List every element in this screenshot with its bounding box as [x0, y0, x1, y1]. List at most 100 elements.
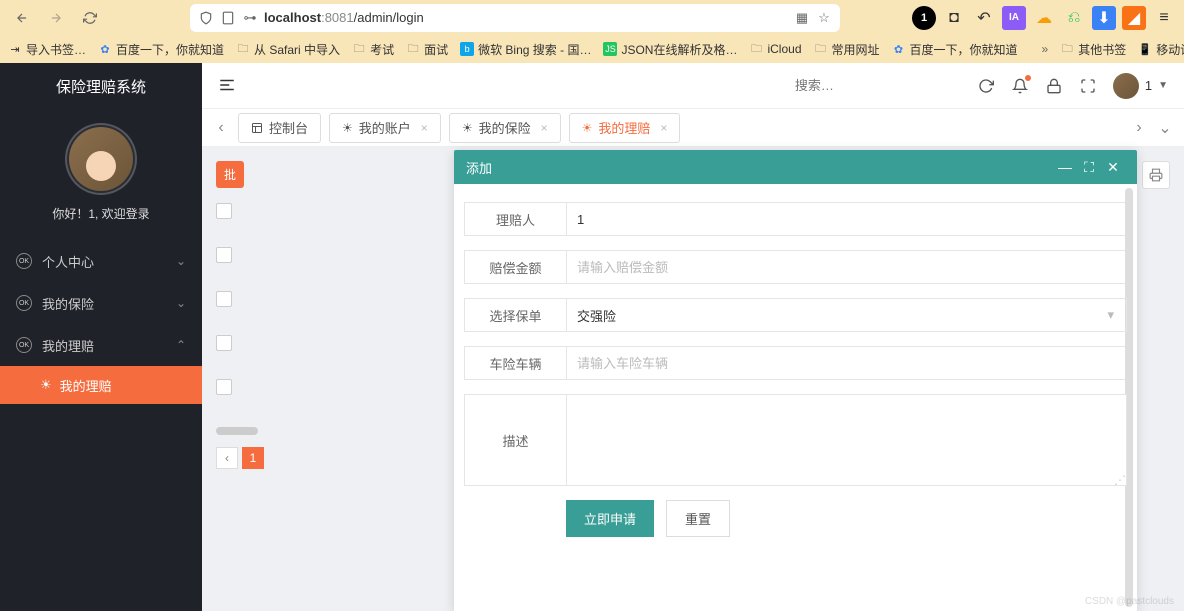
bookmark-item[interactable]: ✿百度一下，你就知道 [892, 41, 1018, 58]
fullscreen-icon[interactable] [1079, 77, 1097, 95]
modal: 添加 — ⛶ ✕ 理赔人 赔偿金额 选择保 [454, 150, 1137, 611]
policy-label: 选择保单 [464, 298, 566, 332]
extension-badge[interactable]: 1 [912, 6, 936, 30]
tab-close-icon[interactable]: × [541, 121, 548, 135]
submit-button[interactable]: 立即申请 [566, 500, 654, 537]
greeting: 你好！1, 欢迎登录 [52, 205, 149, 222]
avatar[interactable] [65, 123, 137, 195]
bing-icon: b [460, 42, 474, 56]
forward-button[interactable] [42, 4, 70, 32]
table-checkbox[interactable] [216, 291, 232, 307]
modal-title: 添加 [466, 158, 1053, 177]
chevron-icon: ⌄ [176, 254, 186, 268]
modal-maximize-icon[interactable]: ⛶ [1077, 159, 1101, 176]
download-icon[interactable]: ⬇ [1092, 6, 1116, 30]
tabs-dropdown[interactable]: ⌄ [1156, 118, 1174, 138]
tab-label: 我的账户 [359, 118, 411, 137]
sidebar-sub-item[interactable]: ☀我的理赔 [0, 366, 202, 404]
tab-label: 控制台 [269, 118, 308, 137]
url-text: localhost:8081/admin/login [264, 10, 788, 25]
tab[interactable]: 控制台 [238, 113, 321, 143]
tab[interactable]: ☀我的账户× [329, 113, 441, 143]
bell-icon[interactable] [1011, 77, 1029, 95]
amount-input[interactable] [577, 251, 1116, 283]
bookmark-item[interactable]: 🗀常用网址 [814, 41, 880, 58]
claimant-input[interactable] [577, 203, 1116, 235]
url-bar[interactable]: ⊶ localhost:8081/admin/login ▦ ☆ [190, 4, 840, 32]
bookmarks-bar: ⇥导入书签…✿百度一下，你就知道🗀从 Safari 中导入🗀考试🗀面试b微软 B… [0, 35, 1184, 63]
page-prev[interactable]: ‹ [216, 447, 238, 469]
bookmark-item[interactable]: ✿百度一下，你就知道 [98, 41, 224, 58]
modal-minimize-icon[interactable]: — [1053, 159, 1077, 175]
sidebar-item-label: 我的保险 [42, 294, 94, 313]
orange-extension-icon[interactable]: ◢ [1122, 6, 1146, 30]
reload-button[interactable] [76, 4, 104, 32]
tab[interactable]: ☀我的理赔× [569, 113, 681, 143]
bookmark-item[interactable]: JSJSON在线解析及格… [603, 41, 737, 58]
table-checkbox[interactable] [216, 247, 232, 263]
horizontal-scrollbar[interactable] [216, 427, 258, 435]
bookmark-item[interactable]: 📱移动设备上的书签 [1138, 41, 1184, 58]
toggle-sidebar-icon[interactable] [218, 76, 238, 96]
amount-label: 赔偿金额 [464, 250, 566, 284]
import-icon: ⇥ [8, 42, 22, 56]
sidebar-item[interactable]: OK我的保险⌄ [0, 282, 202, 324]
ok-icon: OK [16, 295, 32, 311]
search-input[interactable] [795, 78, 945, 93]
tab-close-icon[interactable]: × [421, 121, 428, 135]
vehicle-input[interactable] [577, 347, 1116, 379]
refresh-icon[interactable] [977, 77, 995, 95]
policy-select[interactable]: 交强险▾ [566, 298, 1127, 332]
modal-close-icon[interactable]: ✕ [1101, 159, 1125, 176]
ia-extension-icon[interactable]: IA [1002, 6, 1026, 30]
print-button[interactable] [1142, 161, 1170, 189]
puzzle-icon[interactable]: ⎌ [1062, 6, 1086, 30]
tab[interactable]: ☀我的保险× [449, 113, 561, 143]
table-checkbox[interactable] [216, 335, 232, 351]
key-icon: ⊶ [242, 10, 258, 26]
browser-toolbar: ⊶ localhost:8081/admin/login ▦ ☆ 1 ◘ ↶ I… [0, 0, 1184, 35]
bookmark-item[interactable]: 🗀考试 [352, 41, 394, 58]
page-current[interactable]: 1 [242, 447, 264, 469]
bookmark-label: 其他书签 [1078, 41, 1126, 58]
sidebar-sub-label: 我的理赔 [60, 376, 112, 395]
qr-icon[interactable]: ▦ [794, 10, 810, 26]
batch-button[interactable]: 批 [216, 161, 244, 188]
bookmark-item[interactable]: 🗀其他书签 [1060, 41, 1126, 58]
bookmark-item[interactable]: 🗀从 Safari 中导入 [236, 41, 340, 58]
bookmark-item[interactable]: b微软 Bing 搜索 - 国… [460, 41, 591, 58]
menu-icon[interactable]: ≡ [1152, 6, 1176, 30]
browser-chrome: ⊶ localhost:8081/admin/login ▦ ☆ 1 ◘ ↶ I… [0, 0, 1184, 63]
reset-button[interactable]: 重置 [666, 500, 730, 537]
bookmark-item[interactable]: 🗀面试 [406, 41, 448, 58]
table-checkbox[interactable] [216, 203, 232, 219]
resize-handle-icon[interactable]: ⋰ [1114, 473, 1124, 483]
cloud-icon[interactable]: ☁ [1032, 6, 1056, 30]
chevron-icon: ⌃ [176, 338, 186, 352]
desc-textarea[interactable] [567, 395, 1126, 485]
sidebar: 保险理赔系统 你好！1, 欢迎登录 OK个人中心⌄OK我的保险⌄OK我的理赔⌃☀… [0, 63, 202, 611]
user-menu[interactable]: 1 ▼ [1113, 73, 1168, 99]
undo-icon[interactable]: ↶ [972, 6, 996, 30]
tabs-prev[interactable]: ‹ [212, 119, 230, 137]
claimant-label: 理赔人 [464, 202, 566, 236]
table-checkbox[interactable] [216, 379, 232, 395]
tab-close-icon[interactable]: × [660, 121, 667, 135]
sidebar-item[interactable]: OK个人中心⌄ [0, 240, 202, 282]
crop-icon[interactable]: ◘ [942, 6, 966, 30]
bookmark-label: 百度一下，你就知道 [910, 41, 1018, 58]
bookmark-label: iCloud [767, 42, 801, 56]
tabs-next[interactable]: › [1130, 119, 1148, 137]
bookmark-item[interactable]: ⇥导入书签… [8, 41, 86, 58]
lock-icon[interactable] [1045, 77, 1063, 95]
folder-icon: 🗀 [352, 42, 366, 56]
sidebar-item[interactable]: OK我的理赔⌃ [0, 324, 202, 366]
bookmarks-overflow-icon[interactable]: » [1042, 42, 1049, 56]
apple-icon: 🗀 [749, 42, 763, 56]
modal-body: 理赔人 赔偿金额 选择保单 交强险▾ 车险车辆 [454, 184, 1137, 611]
bookmark-item[interactable]: 🗀 iCloud [749, 41, 801, 58]
baidu-icon: ✿ [98, 42, 112, 56]
shield-icon [198, 10, 214, 26]
back-button[interactable] [8, 4, 36, 32]
star-icon[interactable]: ☆ [816, 10, 832, 26]
